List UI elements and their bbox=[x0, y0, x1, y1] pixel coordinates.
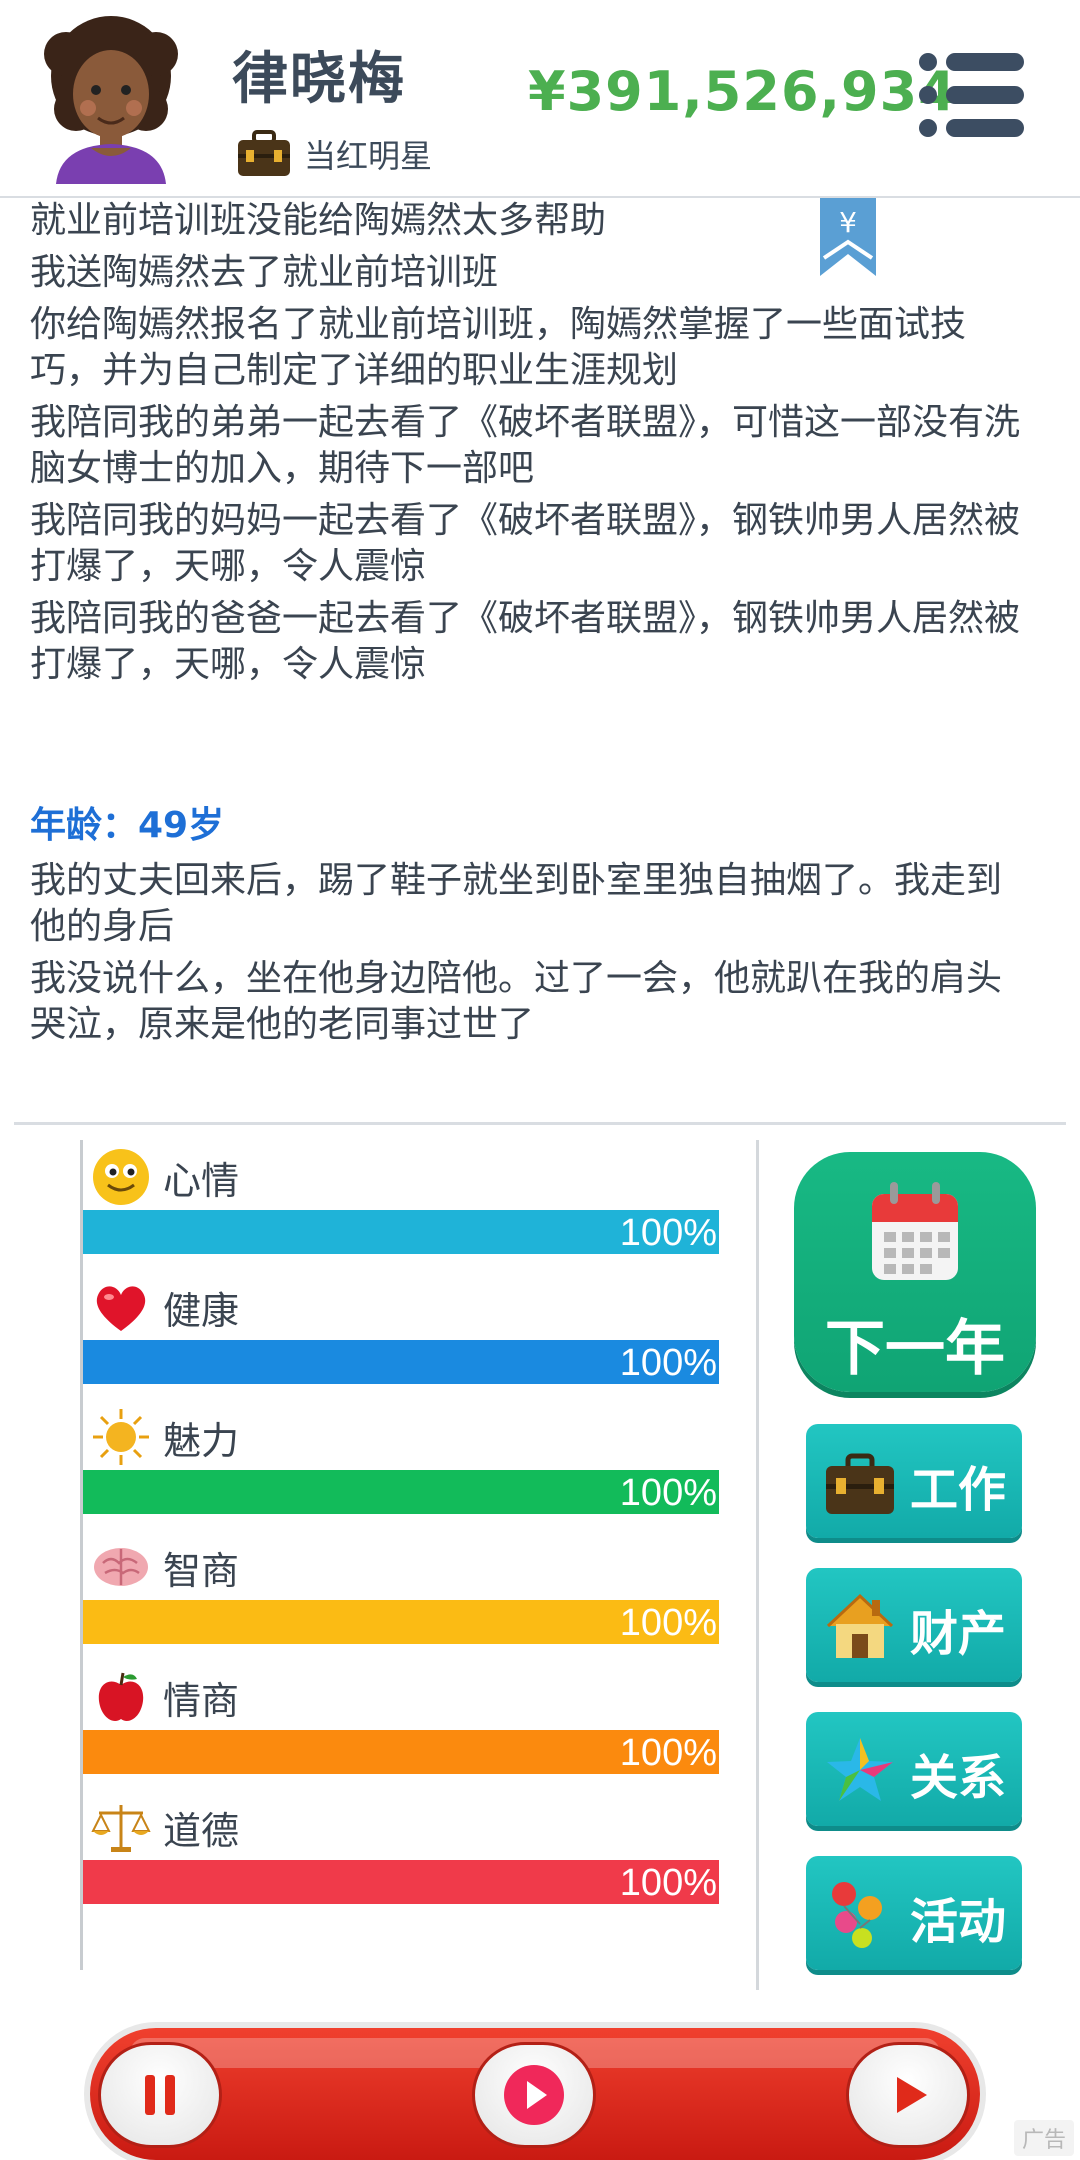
record-button[interactable] bbox=[472, 2042, 596, 2148]
stat-label: 道德 bbox=[163, 1808, 240, 1853]
smiley-icon bbox=[93, 1149, 149, 1205]
stat-header: 心情 bbox=[91, 1144, 239, 1210]
event-log[interactable]: 就业前培训班没能给陶嫣然太多帮助 我送陶嫣然去了就业前培训班 你给陶嫣然报名了就… bbox=[30, 198, 1030, 1118]
section-divider bbox=[14, 1122, 1066, 1125]
house-icon bbox=[826, 1593, 894, 1658]
scales-icon bbox=[91, 1805, 151, 1852]
stat-iq: 智商 100% bbox=[83, 1534, 723, 1664]
pause-button[interactable] bbox=[98, 2042, 222, 2148]
log-entry: 我陪同我的妈妈一起去看了《破坏者联盟》，钢铁帅男人居然被打爆了，天哪，令人震惊 bbox=[30, 500, 1021, 587]
job-info: 当红明星 bbox=[236, 128, 432, 180]
previous-entries: 就业前培训班没能给陶嫣然太多帮助 我送陶嫣然去了就业前培训班 你给陶嫣然报名了就… bbox=[30, 198, 1030, 688]
stat-eq: 情商 100% bbox=[83, 1664, 723, 1794]
log-entry: 我没说什么，坐在他身边陪他。过了一会，他就趴在我的肩头哭泣，原来是他的老同事过世… bbox=[30, 958, 1003, 1045]
panel-separator bbox=[756, 1140, 759, 1990]
stat-charm: 魅力 100% bbox=[83, 1404, 723, 1534]
stat-label: 魅力 bbox=[163, 1418, 240, 1463]
sun-icon bbox=[93, 1409, 149, 1465]
stat-header: 智商 bbox=[91, 1534, 239, 1600]
stat-header: 情商 bbox=[91, 1664, 239, 1730]
property-label: 财产 bbox=[910, 1606, 1007, 1662]
job-title: 当红明星 bbox=[304, 137, 433, 175]
star-icon bbox=[827, 1738, 893, 1801]
current-entries: 我的丈夫回来后，踢了鞋子就坐到卧室里独自抽烟了。我走到他的身后 我没说什么，坐在… bbox=[30, 858, 1030, 1048]
player-name: 律晓梅 bbox=[232, 47, 406, 112]
stat-bar: 100% bbox=[83, 1600, 719, 1644]
stat-label: 情商 bbox=[163, 1678, 240, 1723]
balloons-icon bbox=[832, 1882, 882, 1948]
stat-bar: 100% bbox=[83, 1860, 719, 1904]
next-year-label: 下一年 bbox=[825, 1314, 1005, 1384]
stat-header: 道德 bbox=[91, 1794, 239, 1860]
stat-label: 心情 bbox=[163, 1158, 240, 1203]
log-entry: 我送陶嫣然去了就业前培训班 bbox=[30, 252, 499, 293]
stat-value: 100% bbox=[619, 1732, 717, 1774]
stat-bar: 100% bbox=[83, 1730, 719, 1774]
briefcase-icon bbox=[826, 1453, 894, 1514]
work-label: 工作 bbox=[910, 1462, 1007, 1518]
work-button[interactable]: 工作 bbox=[806, 1424, 1022, 1538]
log-entry: 你给陶嫣然报名了就业前培训班，陶嫣然掌握了一些面试技巧，并为自己制定了详细的职业… bbox=[30, 304, 967, 391]
play-button[interactable] bbox=[846, 2042, 970, 2148]
log-entry: 我陪同我的爸爸一起去看了《破坏者联盟》，钢铁帅男人居然被打爆了，天哪，令人震惊 bbox=[30, 598, 1021, 685]
next-year-button[interactable]: 下一年 bbox=[794, 1152, 1036, 1392]
stat-header: 健康 bbox=[91, 1274, 239, 1340]
stat-label: 智商 bbox=[163, 1548, 240, 1593]
stat-bar: 100% bbox=[83, 1210, 719, 1254]
log-entry: 我陪同我的弟弟一起去看了《破坏者联盟》，可惜这一部没有洗脑女博士的加入，期待下一… bbox=[30, 402, 1021, 489]
relations-label: 关系 bbox=[910, 1750, 1007, 1806]
brain-icon bbox=[94, 1548, 148, 1586]
log-entry: 我的丈夫回来后，踢了鞋子就坐到卧室里独自抽烟了。我走到他的身后 bbox=[30, 860, 1003, 947]
stat-value: 100% bbox=[619, 1342, 717, 1384]
play-icon bbox=[897, 2077, 927, 2113]
activities-button[interactable]: 活动 bbox=[806, 1856, 1022, 1970]
stat-health: 健康 100% bbox=[83, 1274, 723, 1404]
ad-badge[interactable]: 广告 bbox=[1013, 2120, 1074, 2156]
menu-list-icon[interactable] bbox=[918, 52, 1026, 138]
stat-value: 100% bbox=[619, 1472, 717, 1514]
header: 律晓梅 当红明星 ¥391,526,934 bbox=[0, 0, 1080, 196]
stat-bar: 100% bbox=[83, 1340, 719, 1384]
age-label: 年龄：49岁 bbox=[30, 805, 225, 846]
stat-value: 100% bbox=[619, 1212, 717, 1254]
apple-icon bbox=[98, 1672, 144, 1721]
heart-icon bbox=[96, 1286, 146, 1331]
stat-label: 健康 bbox=[163, 1288, 240, 1333]
stat-mood: 心情 100% bbox=[83, 1144, 723, 1274]
bookmark-symbol: ¥ bbox=[839, 206, 857, 239]
stat-value: 100% bbox=[619, 1602, 717, 1644]
control-bar bbox=[90, 2028, 980, 2160]
stat-value: 100% bbox=[619, 1862, 717, 1904]
yen-bookmark-icon[interactable]: ¥ bbox=[820, 198, 876, 276]
activities-label: 活动 bbox=[910, 1894, 1007, 1950]
log-entry: 就业前培训班没能给陶嫣然太多帮助 bbox=[30, 200, 607, 241]
stat-header: 魅力 bbox=[91, 1404, 239, 1470]
record-icon bbox=[504, 2065, 564, 2125]
property-button[interactable]: 财产 bbox=[806, 1568, 1022, 1682]
money-display: ¥391,526,934 bbox=[528, 60, 957, 123]
stat-morality: 道德 100% bbox=[83, 1794, 723, 1924]
calendar-icon bbox=[872, 1182, 958, 1280]
stats-panel: 心情 100% 健康 100% 魅力 100% 智商 100% 情商 100% … bbox=[80, 1140, 760, 1970]
briefcase-icon bbox=[238, 130, 290, 176]
pause-icon bbox=[145, 2075, 175, 2115]
avatar[interactable] bbox=[36, 14, 186, 184]
stat-bar: 100% bbox=[83, 1470, 719, 1514]
relations-button[interactable]: 关系 bbox=[806, 1712, 1022, 1826]
